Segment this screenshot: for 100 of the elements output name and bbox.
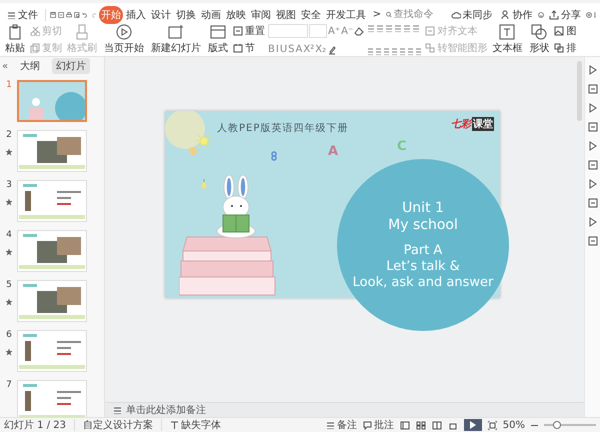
- sun-icon: [196, 133, 212, 149]
- highlight-icon[interactable]: [327, 44, 338, 54]
- ribbon-button[interactable]: 新建幻灯片: [149, 24, 203, 55]
- reset-icon: [233, 26, 243, 36]
- ribbon-button[interactable]: 文本框: [490, 24, 524, 55]
- picture-icon: [554, 26, 564, 36]
- menu-tab[interactable]: 动画: [198, 6, 223, 24]
- normal-view-icon[interactable]: [400, 420, 410, 430]
- missing-fonts-button[interactable]: 缺失字体: [170, 418, 221, 432]
- theme-button[interactable]: 自定义设计方案: [83, 418, 153, 432]
- people-icon: [500, 10, 511, 20]
- slide-number: 3: [6, 180, 12, 190]
- file-menu-button[interactable]: 文件: [4, 6, 41, 22]
- search-field[interactable]: 查找命令: [394, 9, 444, 20]
- menu-tab[interactable]: 设计: [148, 6, 173, 24]
- decorative-letter: A: [328, 144, 338, 159]
- format-button[interactable]: X₂: [315, 44, 326, 55]
- distribute-icon[interactable]: [399, 47, 406, 55]
- decrease-indent-icon[interactable]: [385, 24, 394, 32]
- notes-button[interactable]: 备注: [326, 418, 357, 432]
- slider-thumb[interactable]: [553, 421, 561, 429]
- columns-icon[interactable]: [407, 47, 414, 55]
- play-button[interactable]: [464, 419, 482, 431]
- logo-text: 七彩: [451, 118, 471, 131]
- eraser-icon[interactable]: [354, 26, 364, 36]
- slide-number: 1: [6, 80, 12, 90]
- ribbon-button[interactable]: 粘贴: [3, 24, 27, 55]
- increase-indent-icon[interactable]: [394, 24, 402, 32]
- spacing-icon[interactable]: [415, 47, 422, 55]
- format-button[interactable]: X²: [303, 44, 314, 55]
- text-box-icon: [499, 24, 516, 40]
- collapse-button[interactable]: «: [2, 60, 8, 72]
- menu-tab[interactable]: 安全: [298, 6, 323, 24]
- scissors-icon: [30, 26, 40, 36]
- settings-icon[interactable]: [586, 10, 592, 20]
- toolbar-action-button[interactable]: 协作: [498, 6, 536, 22]
- toolbar-action-button[interactable]: 分享: [546, 6, 584, 22]
- ribbon-button[interactable]: 版式: [206, 24, 230, 55]
- zoom-level-button[interactable]: 50%: [502, 420, 525, 430]
- align-center-icon[interactable]: [375, 47, 382, 55]
- smiley-icon[interactable]: [538, 10, 544, 20]
- align-right-icon[interactable]: [383, 47, 390, 55]
- slide-preview-drawing: [19, 181, 85, 219]
- text-direction-icon[interactable]: [403, 24, 412, 32]
- line-spacing-icon[interactable]: [412, 24, 420, 32]
- slide-text: Look, ask and answer: [352, 276, 494, 290]
- panel-tab[interactable]: 幻灯片: [52, 58, 90, 74]
- format-button[interactable]: I: [276, 44, 279, 55]
- format-button[interactable]: U: [280, 44, 288, 55]
- rabbit-drawing: [215, 175, 257, 239]
- more-tabs-button[interactable]: >: [370, 8, 384, 21]
- panel-tab[interactable]: 大纲: [16, 58, 44, 74]
- slide-thumbnail[interactable]: [17, 80, 87, 122]
- numbered-list-icon[interactable]: [376, 24, 384, 32]
- bullet-list-icon[interactable]: [367, 24, 376, 32]
- menu-tab[interactable]: 插入: [124, 6, 148, 24]
- menu-tab[interactable]: 切换: [174, 6, 198, 24]
- reading-view-icon[interactable]: [432, 420, 442, 430]
- play-icon: [116, 24, 132, 40]
- menu-icon: [7, 10, 16, 18]
- ribbon-button[interactable]: 当页开始: [102, 24, 146, 55]
- format-button[interactable]: S: [288, 44, 295, 55]
- fit-window-icon[interactable]: [488, 420, 497, 430]
- ribbon-button[interactable]: 重置: [233, 24, 265, 38]
- grid-view-icon[interactable]: [416, 420, 426, 430]
- ribbon-button[interactable]: 图: [554, 24, 576, 38]
- menu-tab[interactable]: 视图: [274, 6, 298, 24]
- font-size-button[interactable]: A⁺: [328, 26, 340, 36]
- section-icon: [233, 43, 243, 53]
- justify-icon[interactable]: [391, 47, 398, 55]
- slide-number: 5: [6, 280, 12, 290]
- save-icon[interactable]: [50, 10, 56, 20]
- preview-icon[interactable]: [74, 10, 80, 20]
- ribbon-button[interactable]: 形状: [527, 24, 552, 55]
- ribbon-button[interactable]: 节: [233, 41, 265, 55]
- font-size-button[interactable]: A⁻: [341, 26, 354, 36]
- print-icon[interactable]: [66, 10, 72, 20]
- notes-icon: [113, 406, 122, 414]
- menu-tab[interactable]: 放映: [224, 6, 248, 24]
- slide-preview-drawing: [19, 231, 85, 269]
- format-button[interactable]: A: [296, 44, 302, 55]
- comments-button[interactable]: 批注: [362, 418, 394, 432]
- format-button[interactable]: B: [268, 44, 275, 55]
- font-size-field[interactable]: [309, 24, 327, 38]
- menu-tab[interactable]: 审阅: [248, 6, 273, 24]
- font-name-field[interactable]: [268, 24, 308, 38]
- align-left-icon[interactable]: [367, 47, 374, 55]
- slide-number: 6: [6, 330, 12, 340]
- ribbon-button[interactable]: 排: [554, 41, 576, 55]
- menu-tab[interactable]: 开发工具: [324, 6, 368, 24]
- slide-number: 7: [6, 380, 12, 390]
- pineapple-icon: [201, 179, 207, 189]
- comment-icon: [362, 420, 372, 430]
- slide-title: Unit 1: [402, 200, 444, 216]
- new-slide-icon: [168, 24, 184, 40]
- notes-placeholder[interactable]: 单击此处添加备注: [126, 403, 206, 417]
- decorative-letter: C: [397, 139, 407, 154]
- toolbar-action-button[interactable]: 未同步: [448, 6, 496, 22]
- slide-preview-drawing: [19, 331, 85, 369]
- scrollbar[interactable]: [577, 61, 582, 121]
